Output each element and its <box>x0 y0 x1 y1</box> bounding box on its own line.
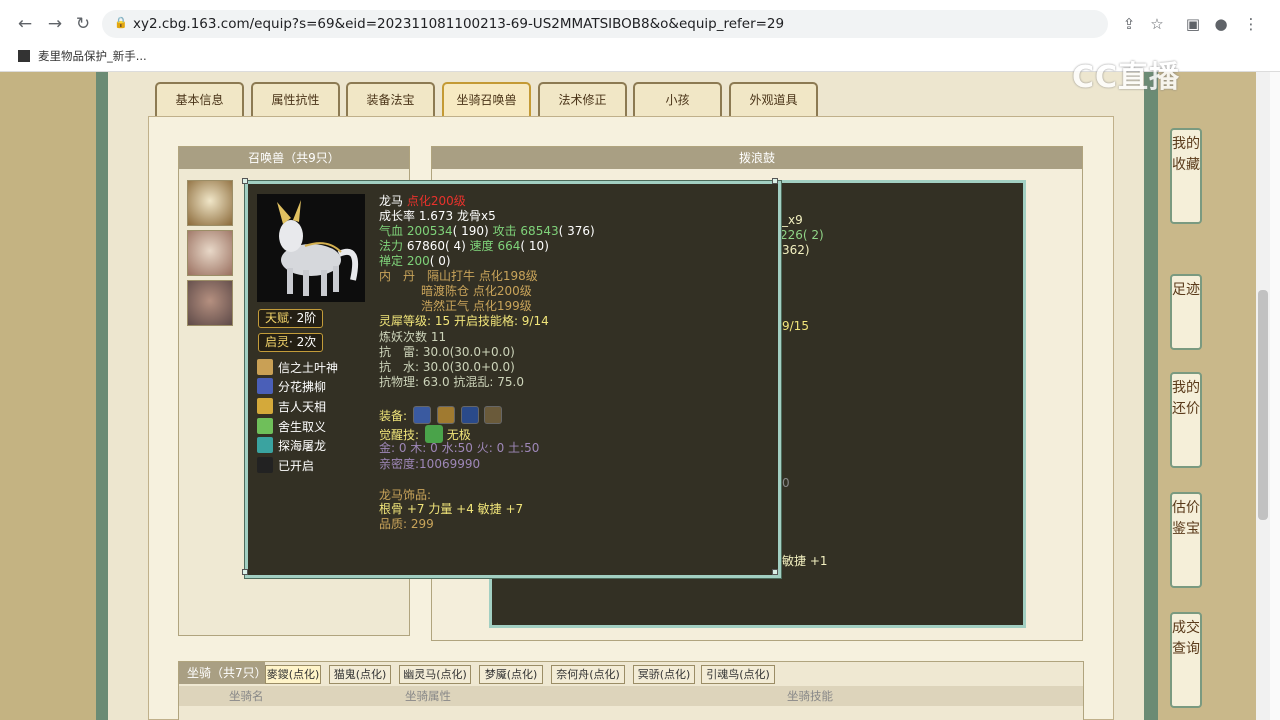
cc-watermark: CC直播 <box>1072 60 1181 95</box>
favorites-button[interactable]: 我的收藏 <box>1170 128 1202 224</box>
intimacy-line: 亲密度:10069990 <box>379 457 481 471</box>
equip-slot-icon[interactable] <box>436 406 455 424</box>
mount-tab[interactable]: 奈何舟(点化) <box>551 665 625 684</box>
mount-tab[interactable]: 冥骄(点化) <box>633 665 695 684</box>
star-icon[interactable]: ☆ <box>1146 13 1168 35</box>
left-border <box>96 72 108 720</box>
tab-appearance[interactable]: 外观道具 <box>729 82 818 116</box>
tab-mount-pets[interactable]: 坐骑召唤兽 <box>442 82 531 116</box>
sidepanel-icon[interactable]: ▣ <box>1182 13 1204 35</box>
pet-detail-title: 拨浪鼓 <box>432 147 1082 169</box>
mount-tab[interactable]: 麥鑁(点化) <box>265 665 321 684</box>
url-text: xy2.cbg.163.com/equip?s=69&eid=202311081… <box>133 16 785 32</box>
skill-icon <box>257 437 273 453</box>
bg-tooltip-text: 362) <box>782 243 810 257</box>
skill-item[interactable]: 分花拂柳 <box>257 378 326 395</box>
bg-tooltip-text: 敏捷 +1 <box>782 554 828 568</box>
mount-tab[interactable]: 猫鬼(点化) <box>329 665 391 684</box>
pet-name-line: 龙马 点化200级 <box>379 194 466 208</box>
reload-icon[interactable]: ↻ <box>72 13 94 35</box>
lingxi-line: 灵犀等级: 15 开启技能格: 9/14 <box>379 314 549 328</box>
bg-tooltip-text: 0 <box>782 476 790 490</box>
hp-attack-line: 气血 200534( 190) 攻击 68543( 376) <box>379 224 595 238</box>
tooltip-corner <box>772 569 778 575</box>
ornament-quality: 品质: 299 <box>379 517 434 531</box>
lianyao-line: 炼妖次数 11 <box>379 330 447 344</box>
inner-elixir-line: 暗渡陈仓 点化200级 <box>421 284 532 298</box>
spirit-badge: 启灵· 2次 <box>258 333 324 352</box>
skill-item[interactable]: 已开启 <box>257 457 314 474</box>
growth-line: 成长率 1.673 龙骨x5 <box>379 209 496 223</box>
tab-basic-info[interactable]: 基本信息 <box>155 82 244 116</box>
tooltip-corner <box>242 569 248 575</box>
deals-button[interactable]: 成交查询 <box>1170 612 1202 708</box>
ornament-stats: 根骨 +7 力量 +4 敏捷 +7 <box>379 502 524 516</box>
equip-slot-icon[interactable] <box>484 406 503 424</box>
skill-item[interactable]: 信之土叶神 <box>257 359 338 376</box>
pet-portrait <box>257 194 365 302</box>
pets-panel-title: 召唤兽（共9只） <box>179 147 409 169</box>
skill-item[interactable]: 探海屠龙 <box>257 437 326 454</box>
mounts-panel: 坐骑（共7只） 麥鑁(点化) 猫鬼(点化) 幽灵马(点化) 梦魇(点化) 奈何舟… <box>178 661 1084 720</box>
column-header: 坐骑名 <box>229 689 264 703</box>
mp-speed-line: 法力 67860( 4) 速度 664( 10) <box>379 239 549 253</box>
talent-badge: 天赋· 2阶 <box>258 309 324 328</box>
tab-child[interactable]: 小孩 <box>633 82 722 116</box>
menu-icon[interactable]: ⋮ <box>1240 13 1262 35</box>
mount-tab[interactable]: 引魂鸟(点化) <box>701 665 775 684</box>
bookmark-item[interactable]: 麦里物品保护_新手... <box>18 48 147 66</box>
skill-icon <box>257 398 273 414</box>
tooltip-corner <box>242 178 248 184</box>
equipment-line: 装备: <box>379 406 503 424</box>
pet-avatar[interactable] <box>187 180 233 226</box>
tab-resistance[interactable]: 属性抗性 <box>251 82 340 116</box>
my-offers-button[interactable]: 我的还价 <box>1170 372 1202 468</box>
bookmark-favicon-icon <box>18 50 30 62</box>
appraisal-button[interactable]: 估价鉴宝 <box>1170 492 1202 588</box>
elements-line: 金: 0 木: 0 水:50 火: 0 土:50 <box>379 441 540 455</box>
pet-avatar[interactable] <box>187 280 233 326</box>
equip-slot-icon[interactable] <box>412 406 431 424</box>
resist-thunder-line: 抗 雷: 30.0(30.0+0.0) <box>379 345 515 359</box>
profile-icon[interactable]: ● <box>1210 13 1232 35</box>
tooltip-corner <box>772 178 778 184</box>
skill-item[interactable]: 舍生取义 <box>257 418 326 435</box>
skill-icon <box>257 418 273 434</box>
skill-icon <box>257 457 273 473</box>
dragon-horse-icon <box>277 200 359 296</box>
mounts-table-header: 坐骑名 坐骑属性 坐骑技能 <box>179 686 1083 706</box>
right-border <box>1144 72 1158 720</box>
skill-icon <box>257 359 273 375</box>
tab-spell-correction[interactable]: 法术修正 <box>538 82 627 116</box>
history-button[interactable]: 足迹 <box>1170 274 1202 350</box>
ornament-title: 龙马饰品: <box>379 488 432 502</box>
column-header: 坐骑属性 <box>405 689 451 703</box>
bg-tooltip-text: 9/15 <box>782 319 809 333</box>
back-arrow-icon[interactable]: ← <box>14 13 36 35</box>
bg-tooltip-text: 226( 2) <box>780 228 824 242</box>
resist-water-line: 抗 水: 30.0(30.0+0.0) <box>379 360 515 374</box>
tab-equipment[interactable]: 装备法宝 <box>346 82 435 116</box>
lock-icon: 🔒 <box>114 16 128 29</box>
inner-elixir-line: 浩然正气 点化199级 <box>421 299 532 313</box>
bg-tooltip-text: _x9 <box>782 213 803 227</box>
inner-elixir-line: 内 丹 隔山打牛 点化198级 <box>379 269 538 283</box>
mounts-title: 坐骑（共7只） <box>179 662 267 684</box>
mount-tab[interactable]: 梦魇(点化) <box>479 665 543 684</box>
zen-line: 禅定 200( 0) <box>379 254 451 268</box>
forward-arrow-icon[interactable]: → <box>44 13 66 35</box>
skill-icon <box>257 378 273 394</box>
mount-tab[interactable]: 幽灵马(点化) <box>399 665 471 684</box>
skill-item[interactable]: 吉人天相 <box>257 398 326 415</box>
pet-avatar[interactable] <box>187 230 233 276</box>
equip-slot-icon[interactable] <box>460 406 479 424</box>
address-bar[interactable]: 🔒 xy2.cbg.163.com/equip?s=69&eid=2023110… <box>102 10 1108 38</box>
scrollbar-thumb[interactable] <box>1258 290 1268 520</box>
adjacent-window-edge <box>1270 72 1280 720</box>
column-header: 坐骑技能 <box>787 689 833 703</box>
share-icon[interactable]: ⇪ <box>1118 13 1140 35</box>
resist-phys-line: 抗物理: 63.0 抗混乱: 75.0 <box>379 375 524 389</box>
